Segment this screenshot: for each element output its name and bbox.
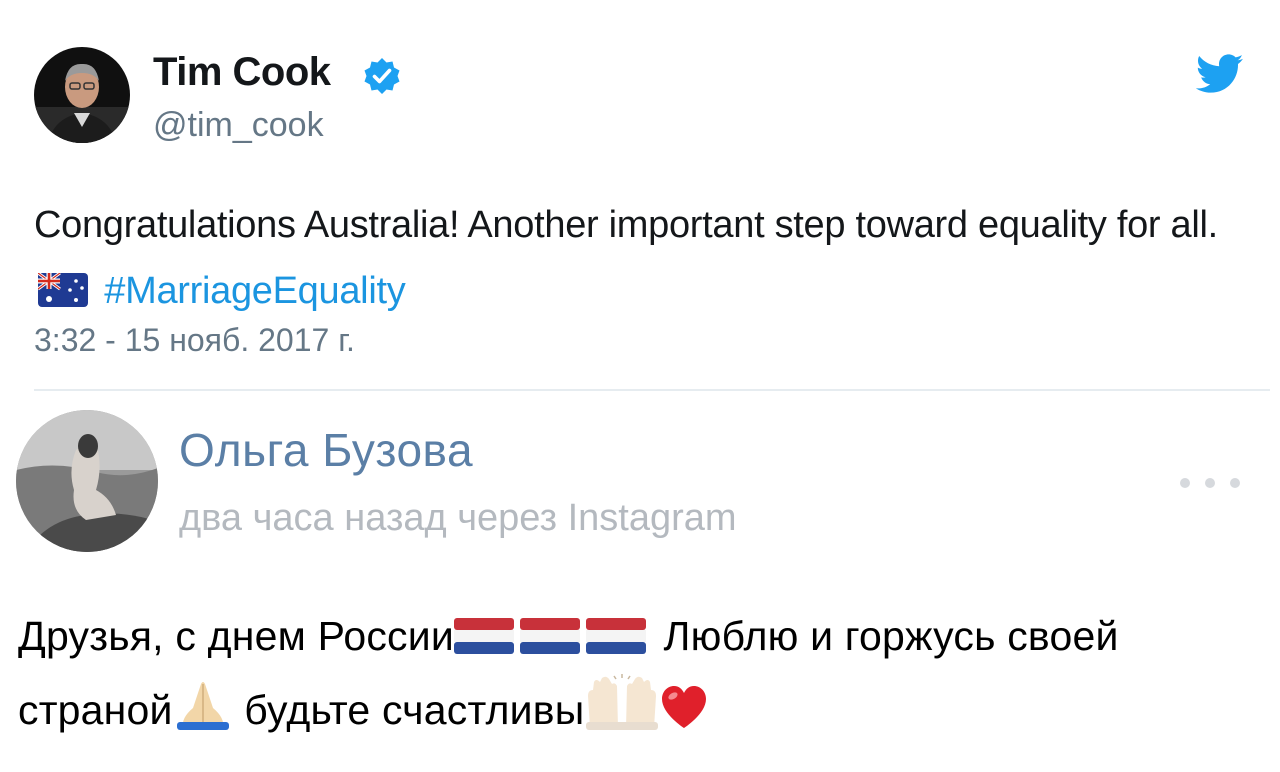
- verified-badge-icon: [364, 58, 400, 94]
- post-text-part: будьте счастливы: [232, 687, 585, 733]
- netherlands-flag-emoji: [585, 618, 646, 654]
- post-text-part: Друзья, с днем России: [18, 613, 454, 659]
- vk-post-card: Ольга Бузова два часа назад через Instag…: [0, 391, 1280, 772]
- avatar[interactable]: [16, 410, 158, 552]
- avatar[interactable]: [34, 47, 130, 143]
- hashtag-link[interactable]: #MarriageEquality: [104, 270, 405, 312]
- more-options-icon[interactable]: [1175, 476, 1245, 490]
- netherlands-flag-emoji: [519, 618, 580, 654]
- twitter-bird-icon[interactable]: [1196, 54, 1244, 94]
- author-handle[interactable]: @tim_cook: [153, 106, 324, 145]
- author-name[interactable]: Tim Cook: [153, 50, 331, 95]
- tweet-text: Congratulations Australia! Another impor…: [34, 192, 1224, 324]
- tweet-text-body: Congratulations Australia! Another impor…: [34, 204, 1218, 246]
- tweet-card: Tim Cook @tim_cook Congratulations Austr…: [0, 0, 1280, 388]
- post-meta: два часа назад через Instagram: [179, 497, 737, 539]
- author-name[interactable]: Ольга Бузова: [179, 423, 473, 477]
- red-heart-emoji: [662, 686, 707, 728]
- post-text: Друзья, с днем России Люблю и горжусь св…: [18, 599, 1268, 747]
- netherlands-flag-emoji: [453, 618, 514, 654]
- folded-hands-emoji: [176, 682, 229, 730]
- raised-hands-emoji: [586, 674, 659, 730]
- australia-flag-emoji: [38, 273, 88, 307]
- tweet-timestamp[interactable]: 3:32 - 15 нояб. 2017 г.: [34, 322, 355, 359]
